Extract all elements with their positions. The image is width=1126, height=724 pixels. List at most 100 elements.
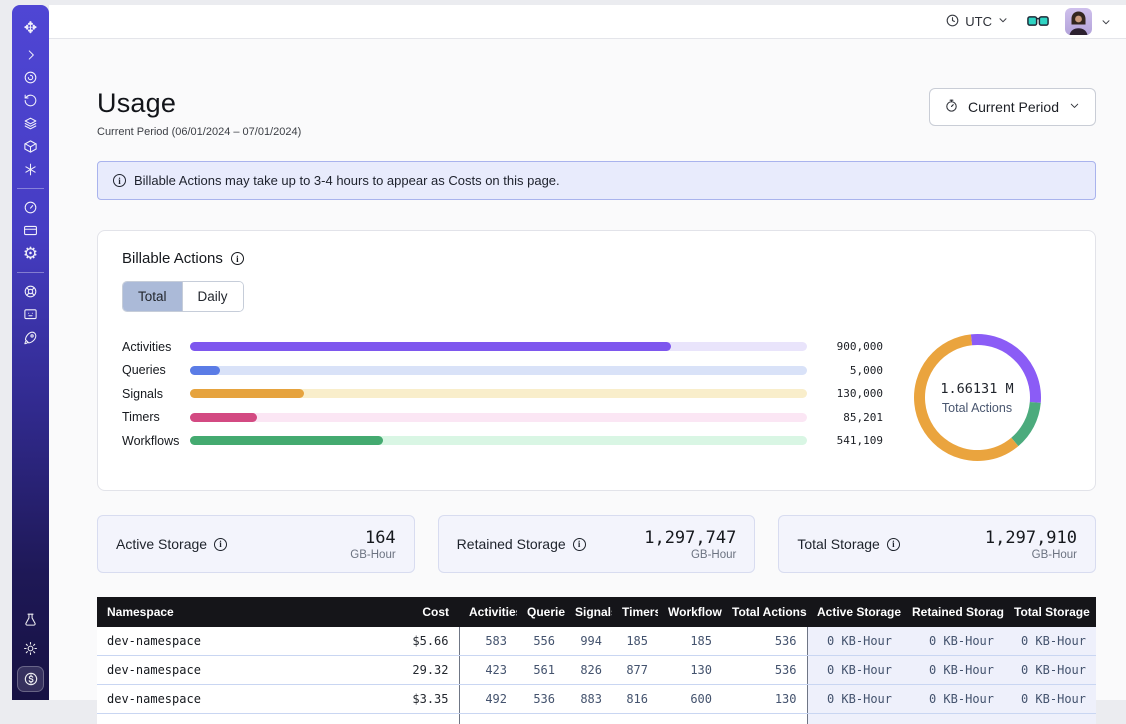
page-header: Usage Current Period (06/01/2024 – 07/01… bbox=[97, 88, 1096, 138]
storage-cards: Active Storage 164 GB-Hour Retained Stor… bbox=[97, 515, 1096, 573]
cell-active-storage: 0 KB-Hour bbox=[807, 627, 902, 656]
sidebar-divider bbox=[17, 272, 44, 273]
billable-actions-card: Billable Actions Total Daily Activities … bbox=[97, 230, 1096, 491]
table-row: dev-namespace 29.32 423 561 826 877 130 … bbox=[97, 656, 1096, 685]
bar-label: Signals bbox=[122, 387, 190, 401]
bar-track bbox=[190, 436, 807, 445]
col-namespace: Namespace bbox=[97, 597, 387, 627]
sidebar: ✥ ⚙ bbox=[12, 5, 49, 700]
bar-label: Workflows bbox=[122, 434, 190, 448]
bar-value: 900,000 bbox=[825, 340, 883, 353]
cell-retained-storage: 0 KB-Hour bbox=[902, 685, 1004, 714]
bar-row-queries: Queries 5,000 bbox=[122, 359, 883, 383]
namespace-usage-table: Namespace Cost Activities Queries Signal… bbox=[97, 597, 1096, 724]
total-actions-donut: 1.66131 M Total Actions bbox=[883, 325, 1071, 470]
clock-icon bbox=[945, 13, 960, 31]
tab-total[interactable]: Total bbox=[123, 282, 182, 311]
period-selector-button[interactable]: Current Period bbox=[929, 88, 1096, 126]
bar-value: 130,000 bbox=[825, 387, 883, 400]
credit-card-icon[interactable] bbox=[17, 219, 44, 242]
period-selector-label: Current Period bbox=[968, 99, 1059, 115]
cell-timers: 877 bbox=[612, 656, 658, 685]
timezone-dropdown[interactable]: UTC bbox=[945, 13, 1009, 31]
namespace-link[interactable]: dev-namespace bbox=[107, 692, 201, 706]
bar-value: 541,109 bbox=[825, 434, 883, 447]
usage-dollar-icon[interactable] bbox=[17, 666, 44, 692]
cell-activities: 423 bbox=[459, 656, 517, 685]
namespace-link[interactable]: dev-namespace bbox=[107, 634, 201, 648]
rocket-icon[interactable] bbox=[17, 326, 44, 349]
col-workflows: Workflows bbox=[658, 597, 722, 627]
storage-card-label: Active Storage bbox=[116, 536, 207, 552]
topbar: UTC bbox=[49, 5, 1126, 39]
cell-total-actions: 130 bbox=[722, 685, 807, 714]
col-signals: Signals bbox=[565, 597, 612, 627]
asterisk-icon[interactable] bbox=[17, 158, 44, 181]
sidebar-divider bbox=[17, 188, 44, 189]
bar-value: 85,201 bbox=[825, 411, 883, 424]
cell-retained-storage: 0 KB-Hour bbox=[902, 656, 1004, 685]
col-active-storage: Active Storage bbox=[807, 597, 902, 627]
bar-label: Activities bbox=[122, 340, 190, 354]
collapse-chevron-icon[interactable] bbox=[17, 43, 44, 66]
cell-signals: 883 bbox=[565, 685, 612, 714]
info-icon[interactable] bbox=[214, 538, 227, 551]
avatar[interactable] bbox=[1065, 8, 1092, 35]
account-menu-chevron[interactable] bbox=[1100, 16, 1112, 28]
table-row: dev-namespace $5.66 583 556 994 185 185 … bbox=[97, 627, 1096, 656]
table-row-partial bbox=[97, 714, 1096, 724]
storage-card-value: 1,297,747 bbox=[644, 528, 736, 548]
info-banner: Billable Actions may take up to 3-4 hour… bbox=[97, 161, 1096, 200]
col-activities: Activities bbox=[459, 597, 517, 627]
cell-queries: 556 bbox=[517, 627, 565, 656]
cell-cost: 29.32 bbox=[387, 656, 459, 685]
action-bars: Activities 900,000 Queries 5,000 Signals bbox=[122, 335, 883, 470]
cell-total-actions: 536 bbox=[722, 627, 807, 656]
timezone-label: UTC bbox=[965, 14, 992, 29]
cell-signals: 826 bbox=[565, 656, 612, 685]
history-icon[interactable] bbox=[17, 89, 44, 112]
cell-signals: 994 bbox=[565, 627, 612, 656]
billable-actions-title: Billable Actions bbox=[122, 250, 223, 267]
cell-workflows: 600 bbox=[658, 685, 722, 714]
info-icon[interactable] bbox=[231, 252, 244, 265]
billable-chart: Activities 900,000 Queries 5,000 Signals bbox=[122, 335, 1071, 470]
col-total-actions: Total Actions bbox=[722, 597, 807, 627]
storage-card-value: 164 bbox=[350, 528, 395, 548]
chevron-down-icon bbox=[997, 14, 1009, 29]
feedback-monitor-icon[interactable] bbox=[17, 303, 44, 326]
col-total-storage: Total Storage bbox=[1004, 597, 1096, 627]
theme-sun-icon[interactable] bbox=[17, 637, 44, 660]
bar-track bbox=[190, 413, 807, 422]
glasses-icon[interactable] bbox=[1027, 14, 1049, 29]
lifebuoy-icon[interactable] bbox=[17, 280, 44, 303]
layers-icon[interactable] bbox=[17, 112, 44, 135]
bar-track bbox=[190, 366, 807, 375]
bar-fill bbox=[190, 342, 671, 351]
temporal-logo-icon[interactable]: ✥ bbox=[17, 13, 44, 43]
settings-gear-icon[interactable]: ⚙ bbox=[17, 242, 44, 265]
cell-timers: 816 bbox=[612, 685, 658, 714]
lab-flask-icon[interactable] bbox=[17, 608, 44, 631]
page-subtitle: Current Period (06/01/2024 – 07/01/2024) bbox=[97, 126, 301, 138]
bar-fill bbox=[190, 413, 257, 422]
info-icon[interactable] bbox=[573, 538, 586, 551]
tab-daily[interactable]: Daily bbox=[182, 282, 243, 311]
namespaces-eye-icon[interactable] bbox=[17, 66, 44, 89]
bar-value: 5,000 bbox=[825, 364, 883, 377]
table-row: dev-namespace $3.35 492 536 883 816 600 … bbox=[97, 685, 1096, 714]
namespace-link[interactable]: dev-namespace bbox=[107, 663, 201, 677]
cell-workflows: 185 bbox=[658, 627, 722, 656]
bar-row-workflows: Workflows 541,109 bbox=[122, 429, 883, 453]
chevron-down-icon bbox=[1068, 99, 1081, 115]
bar-track bbox=[190, 342, 807, 351]
storage-card-unit: GB-Hour bbox=[350, 549, 395, 561]
storage-card-value: 1,297,910 bbox=[985, 528, 1077, 548]
info-icon[interactable] bbox=[887, 538, 900, 551]
stopwatch-icon bbox=[944, 98, 959, 116]
info-icon bbox=[113, 174, 126, 187]
storage-card-unit: GB-Hour bbox=[644, 549, 736, 561]
cube-icon[interactable] bbox=[17, 135, 44, 158]
bar-row-signals: Signals 130,000 bbox=[122, 382, 883, 406]
gauge-icon[interactable] bbox=[17, 196, 44, 219]
